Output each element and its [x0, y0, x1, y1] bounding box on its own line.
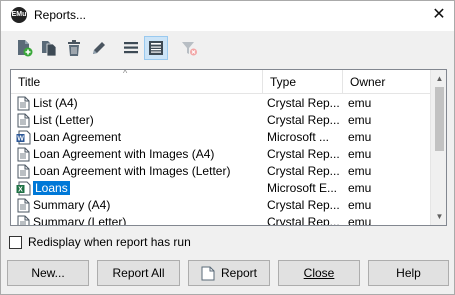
new-button-label: New... [31, 266, 65, 280]
reports-dialog: EMu Reports... ✕ ^ Title Type Owner List… [0, 0, 455, 295]
vertical-scrollbar[interactable]: ▲ ▼ [430, 70, 446, 225]
list-header: ^ Title Type Owner [11, 70, 430, 94]
toolbar [1, 31, 454, 65]
title-bar: EMu Reports... ✕ [1, 1, 454, 31]
list-item-owner: emu [348, 147, 372, 161]
list-item-type: Crystal Rep... [267, 113, 340, 127]
redisplay-label: Redisplay when report has run [28, 235, 191, 249]
column-header-owner-label: Owner [350, 75, 386, 89]
list-item[interactable]: Summary (Letter) Crystal Rep... emu [11, 214, 430, 226]
list-item-title-text: Loan Agreement [33, 130, 122, 144]
list-item[interactable]: List (Letter) Crystal Rep... emu [11, 112, 430, 129]
list-item-owner: emu [348, 96, 372, 110]
word-icon: W [16, 130, 31, 145]
scroll-up-arrow-icon[interactable]: ▲ [431, 70, 446, 87]
new-button[interactable]: New... [7, 260, 89, 286]
list-item-title: W Loan Agreement [16, 129, 261, 146]
list-item[interactable]: Summary (A4) Crystal Rep... emu [11, 197, 430, 214]
list-item-title: List (Letter) [16, 112, 261, 129]
list-item-owner: emu [348, 113, 372, 127]
list-item[interactable]: W Loan Agreement Microsoft ... emu [11, 129, 430, 146]
list-item-type: Crystal Rep... [267, 147, 340, 161]
list-item-title-text: List (Letter) [33, 113, 94, 127]
list-item-title: Summary (Letter) [16, 214, 261, 226]
list-item-title: List (A4) [16, 95, 261, 112]
close-button-label: Close [303, 266, 335, 280]
list-item-type: Crystal Rep... [267, 96, 340, 110]
list-item-title-text: Summary (A4) [33, 198, 111, 212]
window-title: Reports... [34, 8, 87, 22]
document-icon [16, 147, 31, 162]
list-item-owner: emu [348, 164, 372, 178]
document-icon [16, 96, 31, 111]
list-item-title: X Loans [16, 180, 261, 197]
redisplay-checkbox[interactable] [9, 235, 22, 249]
list-item-owner: emu [348, 181, 372, 195]
list-item-title-text: Loan Agreement with Images (Letter) [33, 164, 231, 178]
list-item-owner: emu [348, 130, 372, 144]
document-icon [16, 113, 31, 128]
document-icon [16, 215, 31, 225]
clear-filter-icon[interactable] [177, 36, 201, 60]
list-item-type: Crystal Rep... [267, 198, 340, 212]
redisplay-option[interactable]: Redisplay when report has run [9, 234, 191, 250]
report-button[interactable]: Report [188, 260, 270, 286]
close-icon[interactable]: ✕ [428, 4, 450, 26]
list-item-title-text: Loan Agreement with Images (A4) [33, 147, 215, 161]
column-header-owner[interactable]: Owner [343, 70, 430, 94]
document-icon [16, 198, 31, 213]
report-button-label: Report [220, 266, 258, 280]
emu-app-icon: EMu [11, 7, 27, 23]
list-item-title: Loan Agreement with Images (A4) [16, 146, 261, 163]
list-item-type: Microsoft E... [267, 181, 338, 195]
scrollbar-thumb[interactable] [435, 87, 444, 151]
svg-text:X: X [18, 187, 23, 194]
list-item-owner: emu [348, 198, 372, 212]
close-button[interactable]: Close [278, 260, 360, 286]
report-all-button-label: Report All [112, 266, 165, 280]
list-item-title: Summary (A4) [16, 197, 261, 214]
list-item[interactable]: List (A4) Crystal Rep... emu [11, 95, 430, 112]
report-all-button[interactable]: Report All [97, 260, 180, 286]
report-icon [201, 266, 215, 280]
sort-caret-icon: ^ [123, 69, 128, 78]
help-button[interactable]: Help [368, 260, 449, 286]
help-button-label: Help [396, 266, 421, 280]
copy-report-icon[interactable] [37, 36, 61, 60]
detail-view-icon[interactable] [144, 36, 168, 60]
list-item-title: Loan Agreement with Images (Letter) [16, 163, 261, 180]
excel-icon: X [16, 181, 31, 196]
column-header-type-label: Type [270, 75, 297, 89]
column-header-type[interactable]: Type [263, 70, 343, 94]
list-item-title-text: List (A4) [33, 96, 78, 110]
list-view-icon[interactable] [119, 36, 143, 60]
list-item[interactable]: X Loans Microsoft E... emu [11, 180, 430, 197]
list-rows: List (A4) Crystal Rep... emu List (Letter) C… [11, 95, 430, 226]
reports-list[interactable]: ^ Title Type Owner List (A4) Crystal Rep.… [10, 69, 447, 226]
svg-text:W: W [17, 136, 24, 143]
column-header-title[interactable]: ^ Title [11, 70, 263, 94]
list-item-title-text: Loans [33, 181, 70, 195]
scroll-down-arrow-icon[interactable]: ▼ [431, 208, 446, 225]
column-header-title-label: Title [18, 75, 41, 89]
list-item-title-text: Summary (Letter) [33, 215, 127, 226]
new-report-icon[interactable] [12, 36, 36, 60]
list-item[interactable]: Loan Agreement with Images (A4) Crystal R… [11, 146, 430, 163]
list-item[interactable]: Loan Agreement with Images (Letter) Cryst… [11, 163, 430, 180]
delete-icon[interactable] [62, 36, 86, 60]
list-item-type: Crystal Rep... [267, 215, 340, 226]
document-icon [16, 164, 31, 179]
list-item-type: Crystal Rep... [267, 164, 340, 178]
list-item-type: Microsoft ... [267, 130, 330, 144]
list-item-owner: emu [348, 215, 372, 226]
edit-icon[interactable] [87, 36, 111, 60]
